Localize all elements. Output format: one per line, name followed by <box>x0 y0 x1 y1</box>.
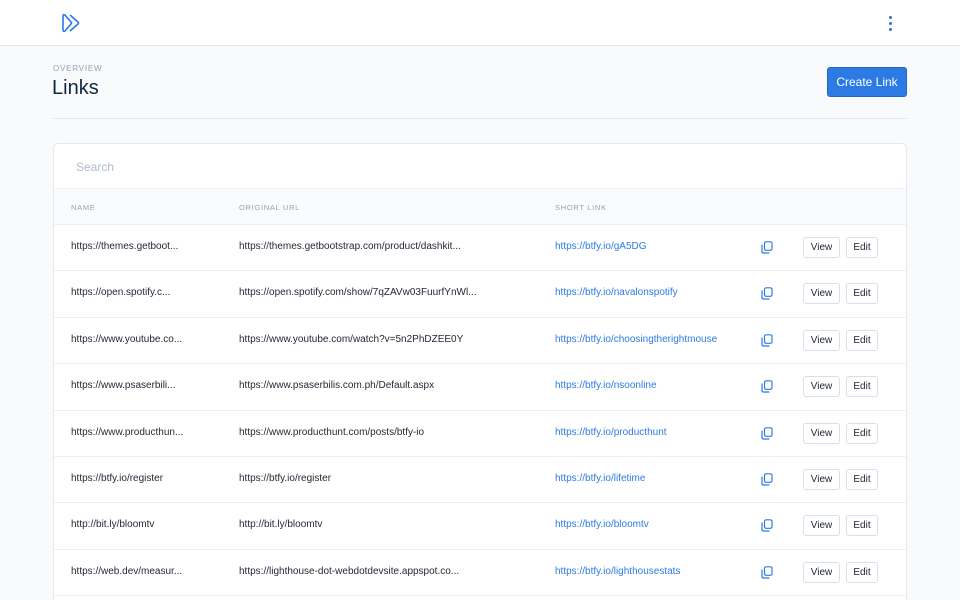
original-url: https://btfy.io/register <box>239 472 332 484</box>
short-link[interactable]: https://btfy.io/lighthousestats <box>555 566 680 577</box>
menu-dot <box>888 16 892 19</box>
table-header: NAME ORIGINAL URL SHORT LINK <box>54 189 906 225</box>
table-row: https://web.dev/measur... https://lightho… <box>54 550 906 597</box>
original-url: https://www.psaserbilis.com.ph/Default.a… <box>239 380 435 392</box>
copy-icon[interactable] <box>761 519 773 532</box>
edit-button[interactable]: Edit <box>846 237 878 258</box>
table-row: https://www.producthun... https://www.pro… <box>54 411 906 457</box>
table-row: https://btfy.io/register https://btfy.io/… <box>54 457 906 504</box>
original-url: https://www.producthunt.com/posts/btfy-i… <box>239 426 425 438</box>
edit-button[interactable]: Edit <box>846 422 878 444</box>
link-name: https://www.youtube.co... <box>71 333 183 345</box>
link-name: https://www.psaserbili... <box>71 380 176 392</box>
table-row: https://www.psaserbili... https://www.psa… <box>54 364 906 411</box>
view-button[interactable]: View <box>803 283 840 305</box>
view-button[interactable]: View <box>803 237 840 258</box>
table-body: https://themes.getboot... https://themes.… <box>54 225 906 597</box>
page-title: Links <box>52 77 99 99</box>
link-name: https://web.dev/measur... <box>71 565 183 577</box>
link-name: https://www.producthun... <box>71 426 184 438</box>
view-button[interactable]: View <box>803 561 840 583</box>
table-row: https://open.spotify.c... https://open.sp… <box>54 271 906 318</box>
edit-button[interactable]: Edit <box>846 561 878 583</box>
link-name: https://themes.getboot... <box>71 241 179 252</box>
view-button[interactable]: View <box>803 422 840 444</box>
column-header-short-link[interactable]: SHORT LINK <box>555 203 607 212</box>
create-link-button[interactable]: Create Link <box>827 67 907 97</box>
view-button[interactable]: View <box>803 376 840 398</box>
original-url: https://open.spotify.com/show/7qZAVw03Fu… <box>239 287 477 299</box>
menu-dot <box>888 22 892 25</box>
search-bar <box>54 144 906 189</box>
short-link[interactable]: https://btfy.io/lifetime <box>555 473 645 484</box>
edit-button[interactable]: Edit <box>846 329 878 351</box>
short-link[interactable]: https://btfy.io/gA5DG <box>555 241 647 252</box>
table-row: https://www.youtube.co... https://www.you… <box>54 318 906 365</box>
link-name: http://bit.ly/bloomtv <box>71 519 155 531</box>
short-link[interactable]: https://btfy.io/producthunt <box>555 427 667 438</box>
original-url: http://bit.ly/bloomtv <box>239 519 323 531</box>
original-url: https://lighthouse-dot-webdotdevsite.app… <box>239 565 460 577</box>
edit-button[interactable]: Edit <box>846 515 878 537</box>
table-row: http://bit.ly/bloomtv http://bit.ly/bloom… <box>54 503 906 550</box>
view-button[interactable]: View <box>803 468 840 490</box>
copy-icon[interactable] <box>761 473 773 486</box>
link-name: https://open.spotify.c... <box>71 287 171 299</box>
copy-icon[interactable] <box>761 241 773 254</box>
vertical-dots-icon[interactable] <box>880 12 900 34</box>
copy-icon[interactable] <box>761 333 773 347</box>
search-input[interactable] <box>76 157 576 177</box>
table-row: https://themes.getboot... https://themes.… <box>54 225 906 272</box>
link-name: https://btfy.io/register <box>71 472 164 484</box>
short-link[interactable]: https://btfy.io/navalonspotify <box>555 287 678 298</box>
original-url: https://themes.getbootstrap.com/product/… <box>239 241 461 252</box>
column-header-name[interactable]: NAME <box>71 203 95 212</box>
edit-button[interactable]: Edit <box>846 376 878 398</box>
original-url: https://www.youtube.com/watch?v=5n2PhDZE… <box>239 333 464 345</box>
edit-button[interactable]: Edit <box>846 468 878 490</box>
view-button[interactable]: View <box>803 329 840 351</box>
view-button[interactable]: View <box>803 515 840 537</box>
copy-icon[interactable] <box>761 287 773 300</box>
links-table-card: NAME ORIGINAL URL SHORT LINK https://the… <box>53 143 907 600</box>
top-navbar <box>0 0 960 46</box>
short-link[interactable]: https://btfy.io/bloomtv <box>555 519 649 530</box>
column-header-original-url[interactable]: ORIGINAL URL <box>239 203 300 212</box>
short-link[interactable]: https://btfy.io/choosingtherightmouse <box>555 334 717 345</box>
header-divider <box>53 118 907 119</box>
page-overline: OVERVIEW <box>53 64 103 73</box>
edit-button[interactable]: Edit <box>846 283 878 305</box>
copy-icon[interactable] <box>761 380 773 393</box>
play-forward-icon[interactable] <box>61 12 83 34</box>
short-link[interactable]: https://btfy.io/nsoonline <box>555 380 657 391</box>
copy-icon[interactable] <box>761 565 773 579</box>
copy-icon[interactable] <box>761 426 773 440</box>
menu-dot <box>888 28 892 31</box>
